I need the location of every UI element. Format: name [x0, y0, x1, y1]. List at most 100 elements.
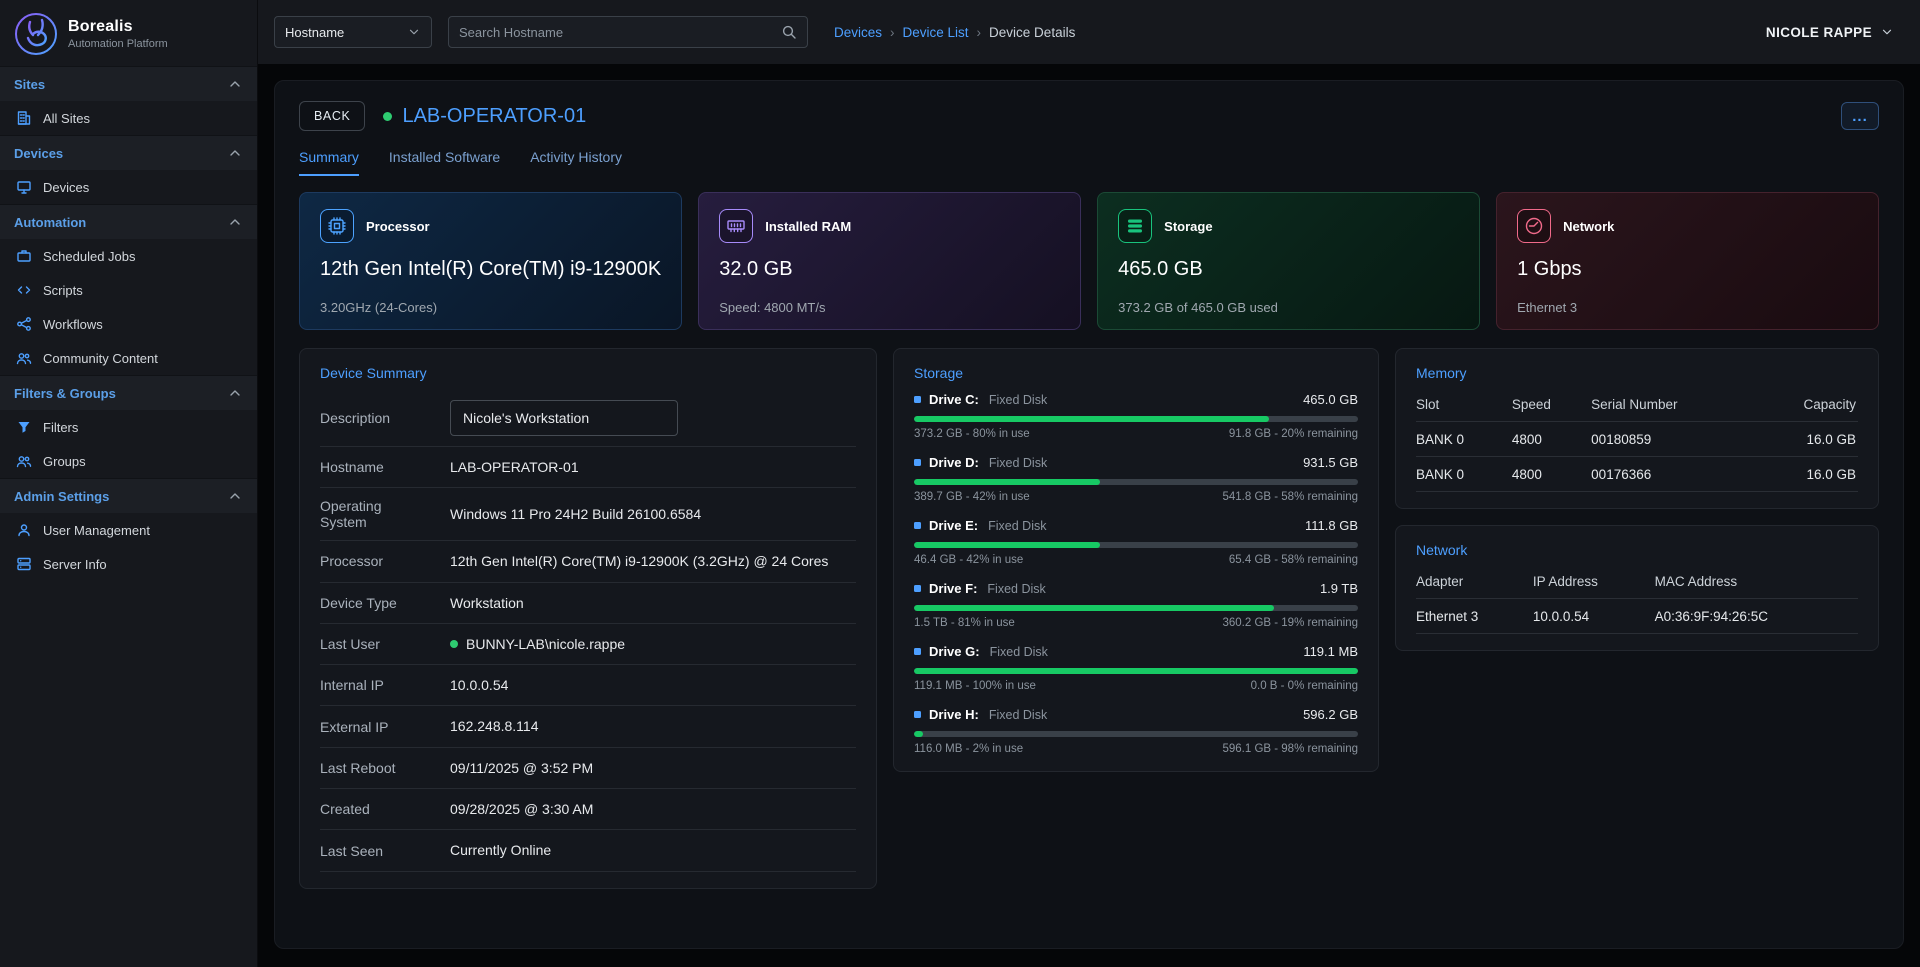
sidebar-section-devices[interactable]: Devices [0, 135, 257, 170]
tab-summary[interactable]: Summary [299, 149, 359, 176]
drive-header: Drive C:Fixed Disk465.0 GB [914, 392, 1358, 407]
description-input[interactable] [450, 400, 678, 436]
sidebar-item-devices[interactable]: Devices [0, 170, 257, 204]
network-header-row: AdapterIP AddressMAC Address [1416, 564, 1858, 599]
summary-rows: HostnameLAB-OPERATOR-01Operating SystemW… [320, 447, 856, 872]
summary-row-last-user: Last User BUNNY-LAB\nicole.rappe [320, 624, 856, 665]
sidebar-item-user-management[interactable]: User Management [0, 513, 257, 547]
sidebar-item-all-sites[interactable]: All Sites [0, 101, 257, 135]
sidebar-item-label: Scripts [43, 283, 83, 298]
drive-drive-c: Drive C:Fixed Disk465.0 GB373.2 GB - 80%… [914, 392, 1358, 440]
drive-header: Drive F: Fixed Disk 1.9 TB [914, 581, 1358, 596]
drive-bullet-icon [914, 522, 921, 529]
drive-name: Drive C: [929, 392, 979, 407]
summary-row-operating-system: Operating System Windows 11 Pro 24H2 Buil… [320, 488, 856, 541]
table-header-mac-address: MAC Address [1655, 564, 1858, 599]
summary-label: Last User [320, 636, 424, 652]
sidebar-section-filters-groups[interactable]: Filters & Groups [0, 375, 257, 410]
table-header-slot: Slot [1416, 387, 1512, 422]
briefcase-icon [16, 248, 32, 264]
summary-value-text: Windows 11 Pro 24H2 Build 26100.6584 [450, 504, 701, 524]
summary-value-text: 10.0.0.54 [450, 675, 508, 695]
sidebar-item-scheduled-jobs[interactable]: Scheduled Jobs [0, 239, 257, 273]
drive-bullet-icon [914, 396, 921, 403]
drive-usage-bar [914, 605, 1358, 611]
sidebar-item-groups[interactable]: Groups [0, 444, 257, 478]
tab-activity-history[interactable]: Activity History [530, 149, 622, 176]
table-cell: 4800 [1512, 457, 1591, 492]
drive-remaining: 0.0 B - 0% remaining [1251, 680, 1358, 692]
server-icon [16, 556, 32, 572]
stat-card-title: Installed RAM [765, 219, 851, 234]
drive-usage-fill [914, 479, 1100, 485]
drive-name: Drive F: [929, 581, 977, 596]
device-summary-table: Description HostnameLAB-OPERATOR-01Opera… [320, 391, 856, 872]
sidebar-section-automation[interactable]: Automation [0, 204, 257, 239]
summary-label: Processor [320, 553, 424, 569]
table-row: BANK 048000018085916.0 GB [1416, 422, 1858, 457]
drive-footer: 1.5 TB - 81% in use360.2 GB - 19% remain… [914, 617, 1358, 629]
summary-value-text: Currently Online [450, 840, 551, 860]
drive-type: Fixed Disk [990, 645, 1048, 659]
search-input[interactable] [459, 25, 773, 40]
table-header-adapter: Adapter [1416, 564, 1533, 599]
more-actions-button[interactable]: ... [1841, 102, 1879, 130]
tab-installed-software[interactable]: Installed Software [389, 149, 500, 176]
drive-drive-h: Drive H:Fixed Disk596.2 GB116.0 MB - 2% … [914, 707, 1358, 755]
summary-row-created: Created09/28/2025 @ 3:30 AM [320, 789, 856, 830]
summary-row-last-reboot: Last Reboot09/11/2025 @ 3:52 PM [320, 748, 856, 789]
stat-card-storage: Storage465.0 GB373.2 GB of 465.0 GB used [1097, 192, 1480, 330]
sidebar-section-sites[interactable]: Sites [0, 66, 257, 101]
drive-used: 116.0 MB - 2% in use [914, 743, 1023, 755]
table-header-ip-address: IP Address [1533, 564, 1655, 599]
back-button[interactable]: BACK [299, 101, 365, 131]
drive-usage-bar [914, 416, 1358, 422]
brand-area[interactable]: Borealis Automation Platform [0, 0, 257, 66]
sidebar-item-community-content[interactable]: Community Content [0, 341, 257, 375]
drive-type: Fixed Disk [987, 582, 1045, 596]
summary-row-device-type: Device TypeWorkstation [320, 583, 856, 624]
sidebar-item-scripts[interactable]: Scripts [0, 273, 257, 307]
sidebar-item-label: All Sites [43, 111, 90, 126]
breadcrumb-device-details: Device Details [989, 25, 1075, 40]
code-icon [16, 282, 32, 298]
drive-size: 931.5 GB [1303, 455, 1358, 470]
sidebar-item-filters[interactable]: Filters [0, 410, 257, 444]
online-status-dot [450, 640, 458, 648]
sidebar-section-admin-settings[interactable]: Admin Settings [0, 478, 257, 513]
gauge-icon [1517, 209, 1551, 243]
breadcrumb-device-list[interactable]: Device List [903, 25, 969, 40]
summary-row-description: Description [320, 391, 856, 447]
summary-label: Operating System [320, 498, 424, 530]
summary-value-text: 09/11/2025 @ 3:52 PM [450, 758, 593, 778]
chevron-down-icon [407, 25, 421, 39]
drive-size: 1.9 TB [1320, 581, 1358, 596]
summary-value: Currently Online [450, 840, 856, 860]
section-label: Sites [14, 77, 45, 92]
drive-list: Drive C:Fixed Disk465.0 GB373.2 GB - 80%… [914, 392, 1358, 755]
summary-row-processor: Processor12th Gen Intel(R) Core(TM) i9-1… [320, 541, 856, 582]
drive-usage-fill [914, 731, 923, 737]
memory-body: BANK 048000018085916.0 GBBANK 0480000176… [1416, 422, 1858, 492]
drive-bullet-icon [914, 648, 921, 655]
drive-usage-fill [914, 668, 1358, 674]
summary-value-text: BUNNY-LAB\nicole.rappe [466, 634, 625, 654]
breadcrumb-devices[interactable]: Devices [834, 25, 882, 40]
drive-bullet-icon [914, 711, 921, 718]
drive-size: 596.2 GB [1303, 707, 1358, 722]
table-cell: A0:36:9F:94:26:5C [1655, 599, 1858, 634]
drive-type: Fixed Disk [989, 708, 1047, 722]
summary-value: Windows 11 Pro 24H2 Build 26100.6584 [450, 504, 856, 524]
breadcrumb-separator: › [890, 25, 895, 40]
drive-footer: 119.1 MB - 100% in use0.0 B - 0% remaini… [914, 680, 1358, 692]
drive-remaining: 65.4 GB - 58% remaining [1229, 554, 1358, 566]
user-name: NICOLE RAPPE [1766, 25, 1872, 40]
search-box [448, 16, 808, 48]
user-menu[interactable]: NICOLE RAPPE [1766, 25, 1894, 40]
stat-card-title: Storage [1164, 219, 1212, 234]
hostname-filter-select[interactable]: Hostname [274, 16, 432, 48]
breadcrumb-separator: › [977, 25, 982, 40]
sidebar-item-workflows[interactable]: Workflows [0, 307, 257, 341]
network-card: Network AdapterIP AddressMAC Address Eth… [1395, 525, 1879, 651]
sidebar-item-server-info[interactable]: Server Info [0, 547, 257, 581]
